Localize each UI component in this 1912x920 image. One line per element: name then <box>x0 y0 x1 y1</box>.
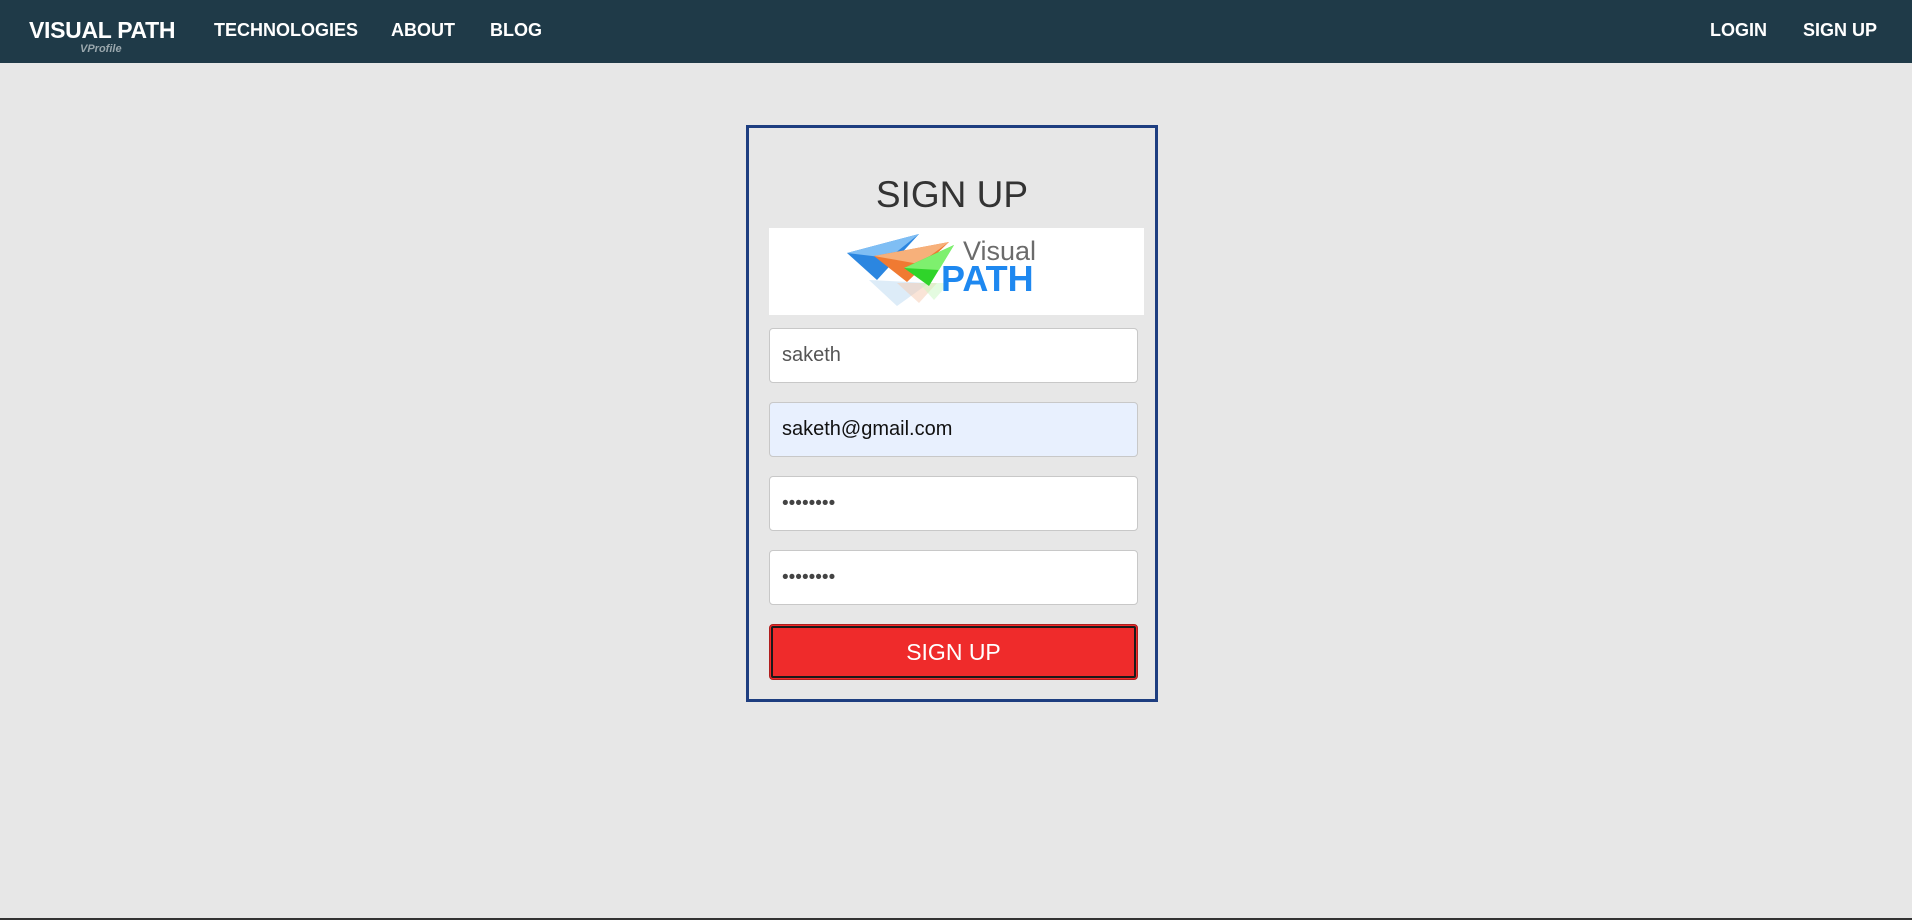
brand-subtitle: VProfile <box>80 43 122 55</box>
confirm-password-field[interactable] <box>769 550 1138 605</box>
username-field[interactable] <box>769 328 1138 383</box>
nav-link-blog[interactable]: BLOG <box>490 20 542 41</box>
signup-panel: SIGN UP Visual PATH SIGN UP <box>746 125 1158 702</box>
visual-path-logo: Visual PATH <box>769 228 1144 315</box>
top-navbar: VISUAL PATH VProfile TECHNOLOGIES ABOUT … <box>0 0 1912 63</box>
email-field[interactable] <box>769 402 1138 457</box>
password-field[interactable] <box>769 476 1138 531</box>
nav-link-login[interactable]: LOGIN <box>1710 20 1767 41</box>
nav-link-signup[interactable]: SIGN UP <box>1803 20 1877 41</box>
logo-path-text: PATH <box>941 258 1034 299</box>
page-title: SIGN UP <box>875 174 1029 215</box>
brand-logo-link[interactable]: VISUAL PATH <box>29 17 176 44</box>
nav-link-technologies[interactable]: TECHNOLOGIES <box>214 20 358 41</box>
nav-link-about[interactable]: ABOUT <box>391 20 455 41</box>
signup-submit-button[interactable]: SIGN UP <box>769 624 1138 680</box>
paper-plane-logo-icon: Visual PATH <box>847 234 1036 306</box>
